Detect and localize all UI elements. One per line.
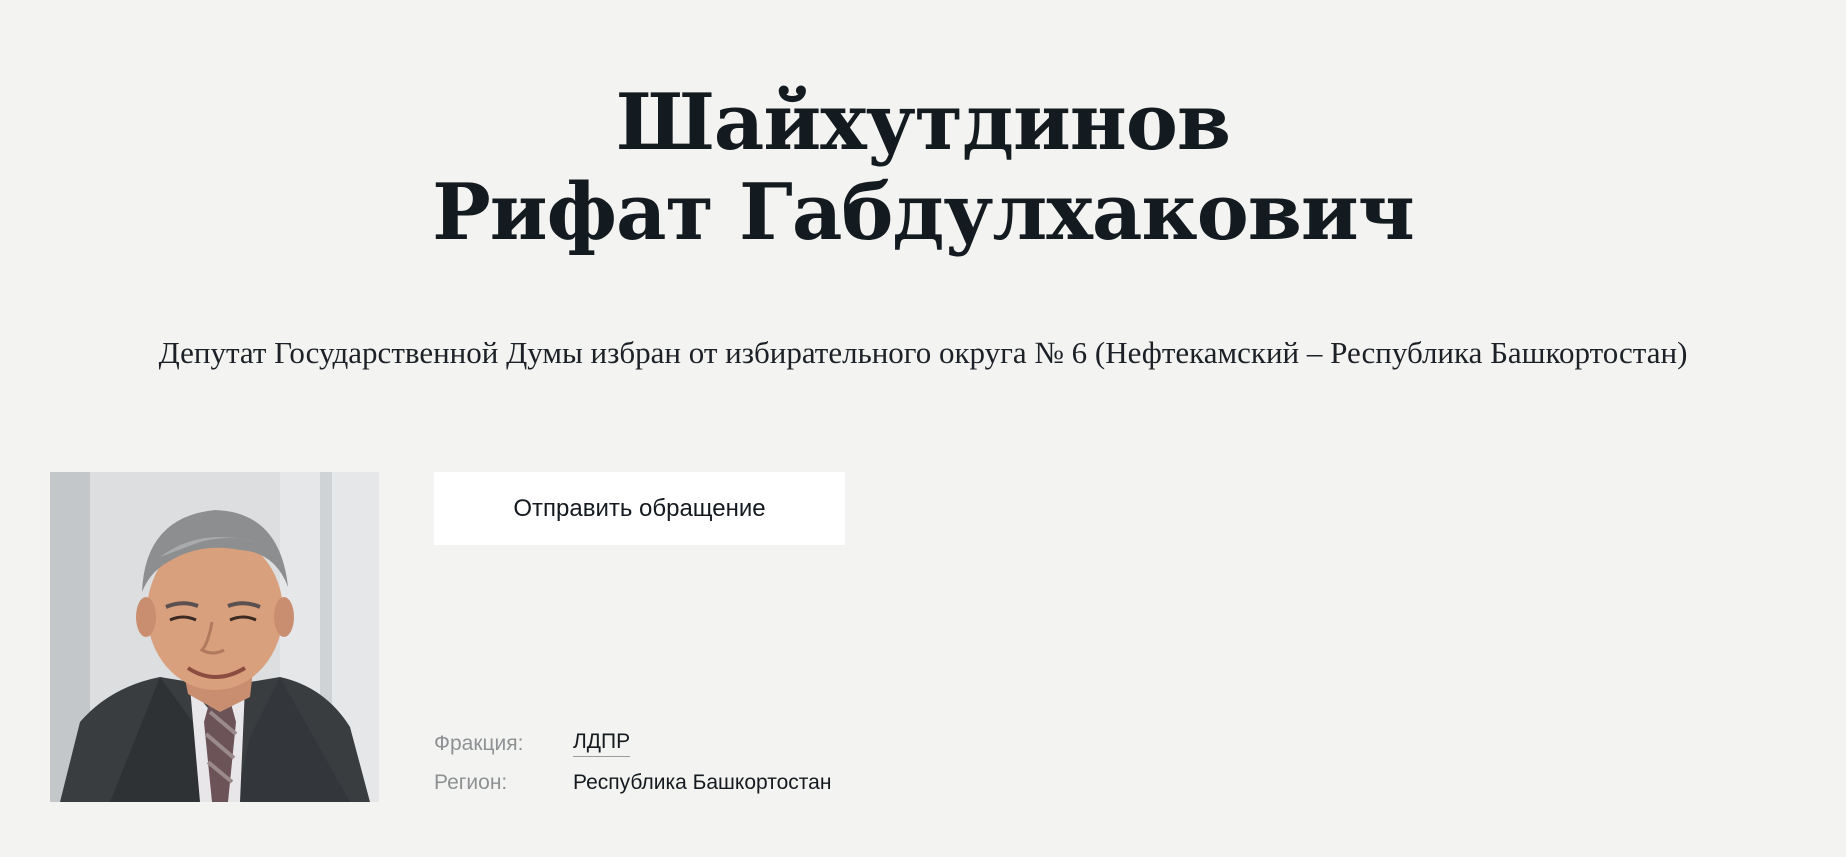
deputy-name-heading: Шайхутдинов Рифат Габдулхакович: [0, 78, 1846, 258]
faction-row: Фракция: ЛДПР: [434, 724, 1134, 763]
region-row: Регион: Республика Башкортостан: [434, 763, 1134, 802]
region-value: Республика Башкортостан: [573, 770, 832, 794]
deputy-profile-page: Шайхутдинов Рифат Габдулхакович Депутат …: [0, 0, 1846, 857]
faction-link[interactable]: ЛДПР: [573, 730, 631, 757]
send-appeal-button[interactable]: Отправить обращение: [434, 472, 845, 545]
faction-label: Фракция:: [434, 731, 524, 755]
deputy-given-names: Рифат Габдулхакович: [432, 167, 1415, 258]
deputy-portrait-photo: [50, 472, 379, 802]
region-label: Регион:: [434, 770, 508, 794]
deputy-info-list: Фракция: ЛДПР Регион: Республика Башкорт…: [434, 724, 1134, 802]
deputy-position-description: Депутат Государственной Думы избран от и…: [158, 335, 1688, 370]
deputy-surname: Шайхутдинов: [615, 77, 1231, 168]
